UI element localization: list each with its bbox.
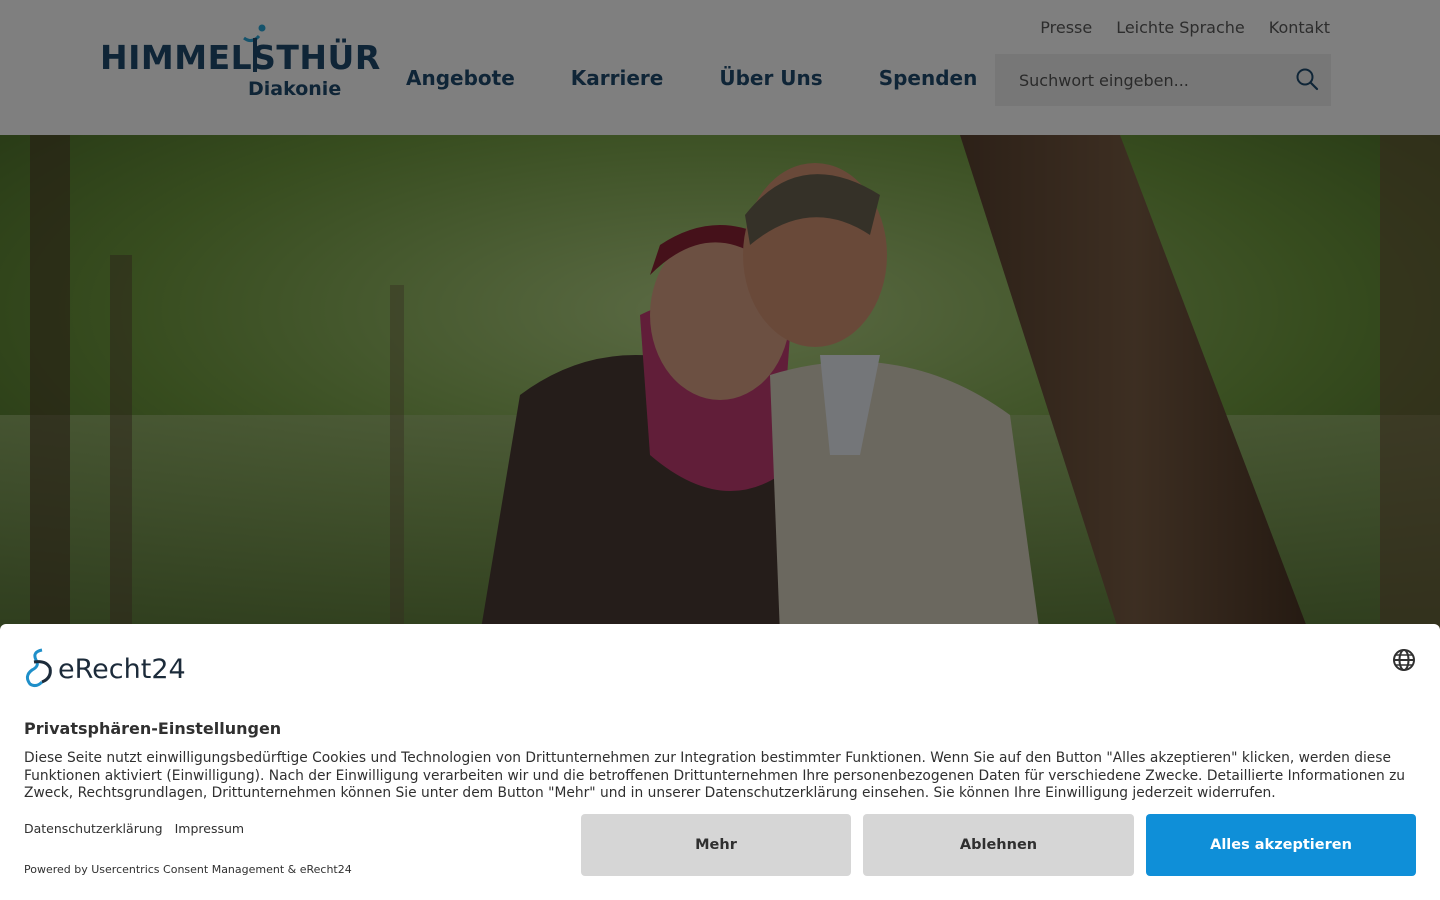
top-link-kontakt[interactable]: Kontakt	[1269, 18, 1330, 37]
erecht24-wordmark: eRecht24	[58, 654, 186, 685]
search-input[interactable]	[995, 54, 1285, 106]
logo-subtitle: Diakonie	[248, 78, 342, 100]
utility-navigation: Presse Leichte Sprache Kontakt	[1040, 18, 1330, 37]
imprint-link[interactable]: Impressum	[175, 821, 244, 836]
consent-title: Privatsphären-Einstellungen	[24, 719, 282, 738]
nav-item-karriere[interactable]: Karriere	[571, 66, 664, 90]
globe-icon[interactable]	[1392, 648, 1416, 672]
accept-all-button[interactable]: Alles akzeptieren	[1146, 814, 1416, 876]
site-header: HIMMELSTHÜR Diakonie Angebote Karriere Ü…	[0, 0, 1440, 135]
consent-description: Diese Seite nutzt einwilligungsbedürftig…	[24, 750, 1406, 801]
top-link-leichte-sprache[interactable]: Leichte Sprache	[1116, 18, 1245, 37]
main-navigation: Angebote Karriere Über Uns Spenden	[406, 66, 977, 90]
search-icon	[1296, 68, 1319, 91]
couple-photo	[0, 135, 1440, 635]
logo-wordmark: HIMMELSTHÜR	[100, 38, 381, 77]
deny-button[interactable]: Ablehnen	[863, 814, 1134, 876]
erecht24-logo: eRecht24	[24, 648, 194, 688]
more-button[interactable]: Mehr	[581, 814, 851, 876]
hero-image	[0, 135, 1440, 635]
erecht24-mark-icon	[25, 648, 52, 688]
top-link-presse[interactable]: Presse	[1040, 18, 1092, 37]
site-logo[interactable]: HIMMELSTHÜR Diakonie	[100, 24, 380, 102]
search-button[interactable]	[1293, 66, 1321, 94]
nav-item-angebote[interactable]: Angebote	[406, 66, 515, 90]
consent-links: Datenschutzerklärung Impressum	[24, 821, 244, 836]
nav-item-ueber-uns[interactable]: Über Uns	[719, 66, 822, 90]
nav-item-spenden[interactable]: Spenden	[879, 66, 978, 90]
powered-by-text: Powered by Usercentrics Consent Manageme…	[24, 863, 352, 876]
search-box	[995, 54, 1331, 106]
privacy-policy-link[interactable]: Datenschutzerklärung	[24, 821, 163, 836]
